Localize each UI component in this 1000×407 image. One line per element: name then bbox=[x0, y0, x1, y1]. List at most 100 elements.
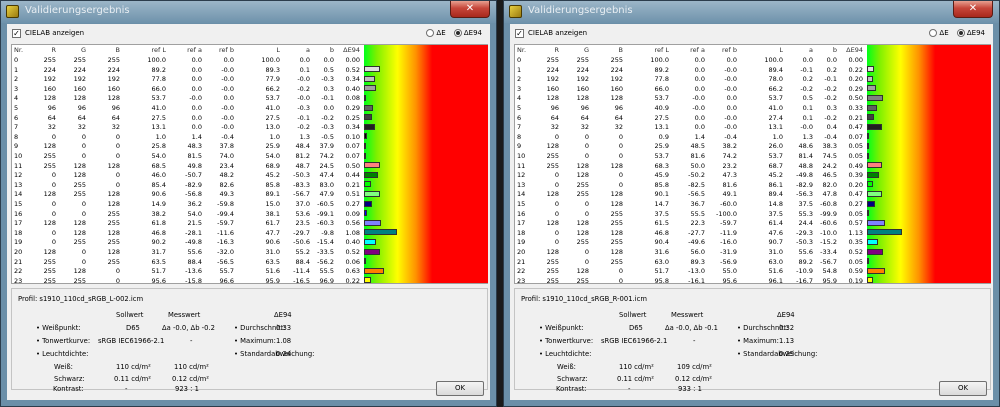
delta-mode-radios: ΔE ΔE94 bbox=[923, 29, 985, 37]
cell-de94: 0.05 bbox=[848, 152, 863, 160]
radio-de94[interactable] bbox=[956, 29, 965, 37]
cell-r: 96 bbox=[47, 104, 56, 112]
maximum-label: • Maximum: bbox=[737, 337, 779, 345]
close-button[interactable]: ✕ bbox=[953, 1, 993, 18]
cell-a: -49.8 bbox=[796, 171, 813, 180]
cielab-checkbox[interactable]: ✓ bbox=[12, 29, 21, 38]
cell-de94: 0.47 bbox=[848, 123, 863, 132]
cell-b: 64 bbox=[614, 113, 623, 122]
cell-b: 96 bbox=[614, 104, 623, 112]
cell-ref-l: 31.7 bbox=[151, 248, 166, 256]
cell-g: 128 bbox=[73, 267, 86, 276]
cell-b: 0 bbox=[115, 267, 120, 276]
title-bar[interactable]: Validierungsergebnis ✕ bbox=[1, 1, 496, 23]
cell-ref-l: 90.4 bbox=[654, 238, 669, 247]
cell-l: 31.0 bbox=[265, 248, 280, 256]
header-b: b bbox=[329, 46, 334, 54]
cell-a: 0.1 bbox=[299, 65, 310, 74]
cell-de94: 0.47 bbox=[848, 190, 863, 199]
cell-ref-a: -56.5 bbox=[688, 190, 705, 199]
cell-l: 38.1 bbox=[265, 209, 280, 218]
cell-ref-a: 0.0 bbox=[191, 84, 202, 93]
table-row: 21 255 0 255 63.0 89.3 -56.9 63.0 89.2 -56.7 0.05 bbox=[515, 257, 865, 267]
cell-ref-a: -82.9 bbox=[185, 180, 202, 189]
cell-ref-b: -0.0 bbox=[724, 65, 737, 74]
weisspunkt-mess: Δa -0.0, Δb -0.2 bbox=[162, 324, 215, 332]
cell-b: 46.5 bbox=[822, 171, 837, 180]
profile-name: Profil: s1910_110cd_sRGB_L-002.icm bbox=[18, 295, 144, 303]
cell-a: -0.2 bbox=[297, 84, 310, 93]
cell-b: 0 bbox=[618, 267, 623, 276]
deviation-bar bbox=[867, 114, 874, 121]
radio-de94[interactable] bbox=[453, 29, 462, 37]
cell-b: 0.3 bbox=[323, 84, 334, 93]
header-g: G bbox=[583, 46, 589, 54]
cell-g: 0 bbox=[81, 132, 86, 141]
cell-b: 255 bbox=[610, 56, 623, 64]
title-bar[interactable]: Validierungsergebnis ✕ bbox=[504, 1, 999, 23]
cell-ref-a: 1.4 bbox=[694, 132, 705, 141]
deviation-bar bbox=[867, 152, 869, 159]
cell-ref-l: 46.0 bbox=[151, 171, 166, 180]
ok-button[interactable]: OK bbox=[436, 381, 484, 396]
cell-ref-l: 1.0 bbox=[155, 132, 166, 141]
table-row: 13 0 255 0 85.4 -82.9 82.6 85.8 -83.3 83.0 0.21 bbox=[12, 180, 362, 190]
cell-ref-l: 40.9 bbox=[654, 104, 669, 112]
cell-g: 255 bbox=[73, 180, 86, 189]
cell-g: 0 bbox=[584, 152, 589, 160]
deviation-bar bbox=[867, 123, 882, 130]
cell-a: 1.3 bbox=[802, 132, 813, 141]
close-button[interactable]: ✕ bbox=[450, 1, 490, 18]
cell-a: 23.5 bbox=[295, 219, 310, 228]
cell-b: 0 bbox=[618, 171, 623, 180]
leuchtdichte-label: • Leuchtdichte: bbox=[539, 350, 592, 358]
cielab-checkbox[interactable]: ✓ bbox=[515, 29, 524, 38]
cell-ref-l: 53.7 bbox=[654, 152, 669, 160]
table-row: 23 255 255 0 95.6 -15.8 96.6 95.9 -16.5 96.9 0.22 bbox=[12, 276, 362, 286]
deviation-bar bbox=[364, 114, 372, 121]
cell-de94: 0.33 bbox=[848, 104, 863, 112]
cell-g: 224 bbox=[576, 65, 589, 74]
cell-g: 128 bbox=[576, 267, 589, 276]
deviation-bar bbox=[867, 200, 876, 207]
cell-g: 0 bbox=[81, 257, 86, 266]
cell-b: 54.8 bbox=[822, 267, 837, 276]
cell-l: 13.0 bbox=[265, 123, 280, 132]
validation-window-left: Validierungsergebnis ✕ ✓ CIELAB anzeigen… bbox=[0, 0, 497, 407]
cell-ref-a: 49.8 bbox=[187, 161, 202, 170]
radio-de[interactable] bbox=[426, 29, 435, 37]
cell-l: 45.2 bbox=[265, 171, 280, 180]
cell-r: 255 bbox=[43, 276, 56, 285]
cell-ref-a: 36.2 bbox=[187, 200, 202, 208]
radio-de[interactable] bbox=[929, 29, 938, 37]
ok-button[interactable]: OK bbox=[939, 381, 987, 396]
cell-de94: 1.13 bbox=[848, 228, 863, 237]
cell-de94: 0.25 bbox=[345, 113, 360, 122]
cell-ref-a: -49.6 bbox=[688, 238, 705, 247]
cell-ref-a: 0.0 bbox=[694, 84, 705, 93]
cell-g: 255 bbox=[576, 238, 589, 247]
cell-ref-a: -82.5 bbox=[688, 180, 705, 189]
cell-de94: 0.39 bbox=[848, 171, 863, 180]
cell-l: 53.7 bbox=[265, 94, 280, 103]
cell-g: 128 bbox=[73, 161, 86, 170]
cell-l: 66.2 bbox=[768, 84, 783, 93]
cell-l: 14.8 bbox=[768, 200, 783, 208]
header-l: L bbox=[779, 46, 783, 54]
maximum-label: • Maximum: bbox=[234, 337, 276, 345]
cell-g: 192 bbox=[73, 75, 86, 84]
cell-a: 0.1 bbox=[802, 113, 813, 122]
cell-de94: 0.27 bbox=[345, 200, 360, 208]
col-messwert: Messwert bbox=[168, 311, 201, 319]
deviation-bar bbox=[867, 181, 874, 188]
cell-r: 224 bbox=[546, 65, 559, 74]
cell-b: 0 bbox=[115, 276, 120, 285]
cell-g: 0 bbox=[81, 142, 86, 151]
deviation-bar bbox=[867, 104, 878, 111]
cell-de94: 0.21 bbox=[848, 113, 863, 122]
cell-g: 0 bbox=[584, 132, 589, 141]
cell-b: 128 bbox=[107, 248, 120, 256]
cell-l: 31.0 bbox=[768, 248, 783, 256]
cell-b: -0.2 bbox=[824, 94, 837, 103]
cell-l: 53.7 bbox=[768, 94, 783, 103]
